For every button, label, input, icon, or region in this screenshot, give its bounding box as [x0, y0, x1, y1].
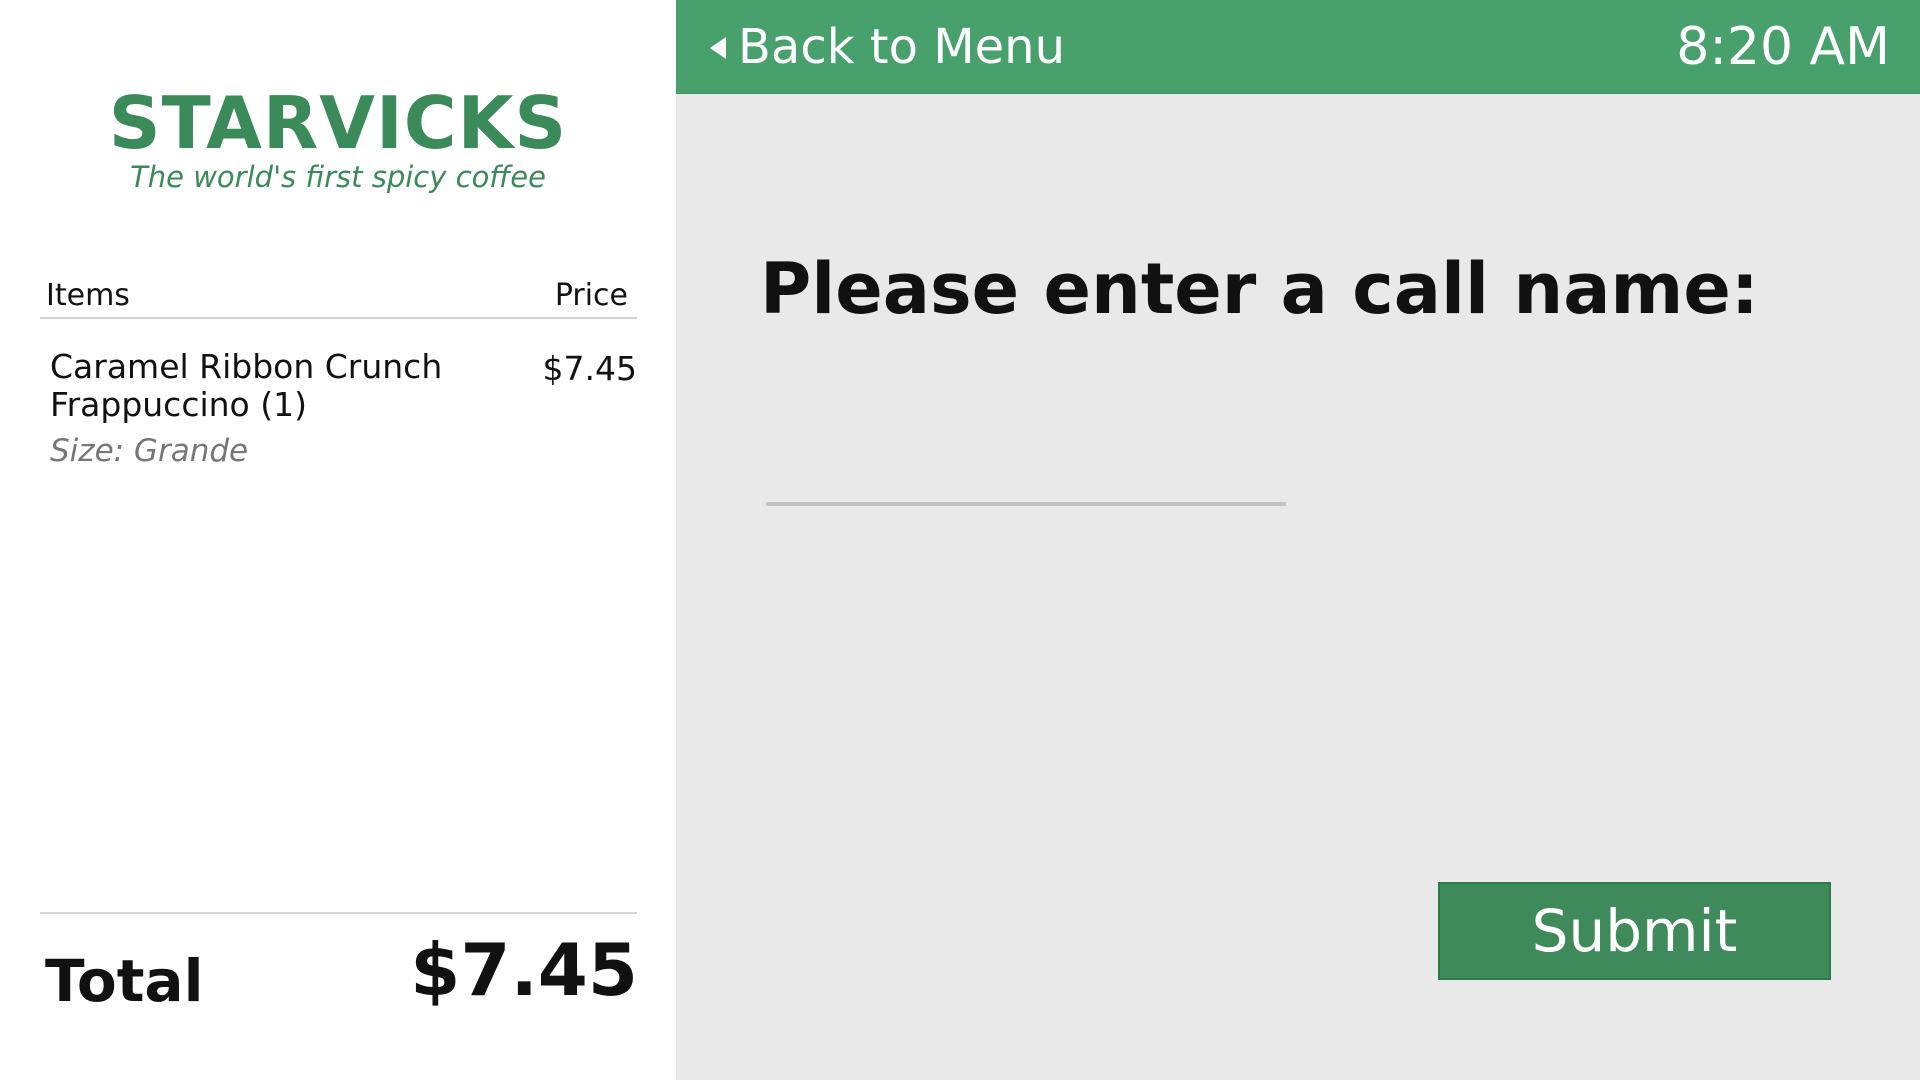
items-column-header: Items [46, 278, 130, 313]
item-size: Size: Grande [50, 433, 249, 469]
price-column-header: Price [554, 278, 628, 313]
call-name-prompt: Please enter a call name: [760, 248, 1759, 330]
total-divider [40, 912, 637, 914]
total-amount: $7.45 [410, 928, 638, 1012]
top-bar: Back to Menu 8:20 AM [676, 0, 1920, 94]
call-name-panel: Back to Menu 8:20 AM Please enter a call… [676, 0, 1920, 1080]
back-to-menu-button[interactable]: Back to Menu [710, 16, 1065, 78]
brand-logo: STARVICKS The world's first spicy coffee [0, 82, 676, 192]
submit-button[interactable]: Submit [1438, 882, 1831, 980]
kiosk-screen: STARVICKS The world's first spicy coffee… [0, 0, 1920, 1080]
brand-tagline: The world's first spicy coffee [130, 160, 546, 194]
total-label: Total [45, 947, 204, 1015]
call-name-input[interactable] [766, 440, 1286, 506]
item-name: Caramel Ribbon Crunch Frappuccino (1) [50, 347, 443, 424]
back-to-menu-label: Back to Menu [738, 19, 1066, 75]
triangle-left-icon [710, 37, 726, 59]
order-summary-panel: STARVICKS The world's first spicy coffee… [0, 0, 676, 1080]
order-table-header: Items Price [40, 277, 637, 319]
brand-name: STARVICKS [108, 81, 568, 165]
clock: 8:20 AM [1676, 17, 1890, 77]
item-price: $7.45 [542, 349, 637, 388]
